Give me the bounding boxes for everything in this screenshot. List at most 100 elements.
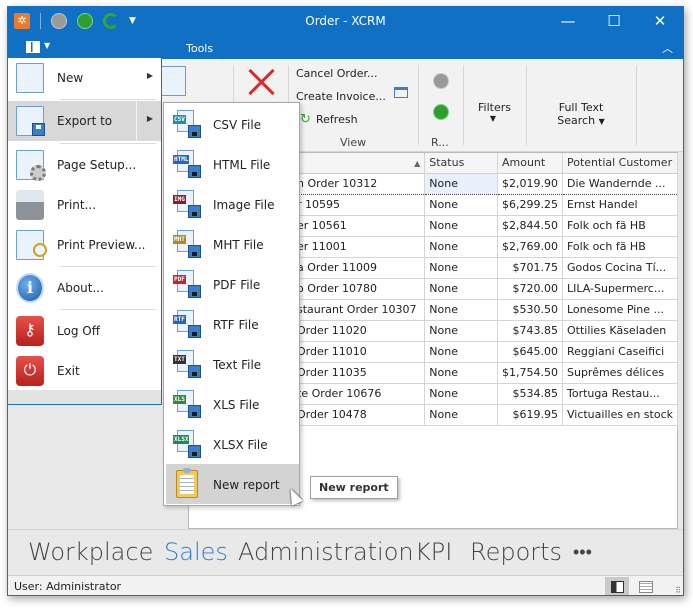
cell-amount: $2,019.90 [497, 172, 563, 195]
cell-customer: Ernst Handel [562, 194, 679, 216]
submenu-item-rtf-file[interactable]: RTF RTF File [164, 304, 299, 344]
column-header-status[interactable]: Status [424, 153, 498, 174]
collapse-ribbon-icon[interactable]: ︿ [662, 40, 673, 56]
cell-customer: Tortuga Restau... [562, 383, 679, 405]
cell-customer: Lonesome Pine ... [562, 299, 679, 321]
cell-amount: $530.50 [497, 299, 563, 321]
menu-item-about[interactable]: i About... [8, 268, 161, 308]
submenu-item-html-file[interactable]: HTML HTML File [164, 144, 299, 184]
cell-status: None [424, 236, 498, 258]
menu-separator [60, 266, 156, 267]
filters-label: Filters [478, 101, 511, 114]
delete-icon[interactable] [246, 67, 276, 97]
ribbon-separator [636, 65, 637, 145]
cell-customer: Suprêmes délices [562, 362, 679, 384]
cell-customer: Godos Cocina Tí... [562, 257, 679, 279]
current-user-label: User: Administrator [14, 580, 122, 593]
create-invoice-button[interactable]: Create Invoice... [296, 90, 386, 103]
power-icon: ⏻ [16, 356, 44, 386]
menu-item-label: Page Setup... [57, 158, 137, 172]
menu-item-print[interactable]: Print... [8, 185, 161, 225]
cell-status: None [424, 404, 498, 426]
cell-amount: $701.75 [497, 257, 563, 279]
ribbon-separator [418, 65, 419, 145]
submenu-item-mht-file[interactable]: MHT MHT File [164, 224, 299, 264]
app-menu-icon [26, 41, 40, 53]
cell-status: None [424, 278, 498, 300]
cell-status: None [424, 172, 498, 195]
cell-amount: $645.00 [497, 341, 563, 363]
cell-customer: Folk och fä HB [562, 236, 679, 258]
refresh-button[interactable]: Refresh [316, 113, 358, 126]
menu-footer [8, 390, 161, 404]
cancel-order-button[interactable]: Cancel Order... [296, 67, 378, 80]
nav-more-button[interactable]: ••• [573, 542, 592, 563]
cell-status: None [424, 299, 498, 321]
column-header-amount[interactable]: Amount [497, 153, 563, 174]
cell-status: None [424, 320, 498, 342]
minimize-button[interactable]: — [545, 11, 591, 31]
submenu-item-csv-file[interactable]: CSV CSV File [164, 104, 299, 144]
cell-status: None [424, 215, 498, 237]
nav-item-administration[interactable]: Administration [238, 538, 414, 566]
submenu-arrow-icon: ▶ [146, 71, 153, 80]
submenu-item-label: CSV File [213, 118, 262, 132]
info-icon: i [16, 273, 44, 303]
submenu-item-label: XLSX File [213, 438, 268, 452]
cell-amount: $619.95 [497, 404, 563, 426]
menu-item-log-off[interactable]: ⚷ Log Off [8, 311, 161, 351]
menu-item-new[interactable]: New ▶ [8, 58, 161, 98]
csv-file-icon: CSV [173, 110, 201, 138]
menu-item-page-setup[interactable]: Page Setup... [8, 145, 161, 185]
full-text-search-button[interactable]: Full Text Search ▼ [556, 101, 606, 127]
new-document-icon[interactable] [160, 66, 186, 96]
menu-item-exit[interactable]: ⏻ Exit [8, 351, 161, 391]
column-header-potential-customer[interactable]: Potential Customer [562, 153, 679, 174]
move-down-icon[interactable] [433, 104, 449, 120]
full-text-search-label: Full Text [558, 101, 604, 114]
submenu-arrow-icon[interactable]: ▶ [147, 114, 153, 123]
nav-item-kpi[interactable]: KPI [415, 538, 452, 566]
filters-button[interactable]: Filters ▼ [478, 101, 511, 123]
menu-item-label: Print... [57, 198, 97, 212]
refresh-icon: ↻ [300, 112, 311, 127]
cell-status: None [424, 383, 498, 405]
menu-item-label: Export to [57, 114, 113, 128]
normal-view-icon[interactable] [605, 577, 629, 595]
maximize-button[interactable]: ☐ [591, 11, 637, 31]
submenu-item-xls-file[interactable]: XLS XLS File [164, 384, 299, 424]
nav-item-sales[interactable]: Sales [164, 538, 228, 566]
app-menu-button[interactable]: ▼ [8, 37, 161, 59]
menu-item-label: Log Off [57, 324, 100, 338]
nav-item-reports[interactable]: Reports [470, 538, 562, 566]
submenu-item-image-file[interactable]: IMG Image File [164, 184, 299, 224]
menu-item-label: About... [57, 281, 104, 295]
xls-file-icon: XLS [173, 390, 201, 418]
tab-tools[interactable]: Tools [186, 42, 213, 55]
print-preview-icon [16, 230, 47, 260]
cell-customer: Ottilies Käseladen [562, 320, 679, 342]
cell-customer: Reggiani Caseifici [562, 341, 679, 363]
move-up-icon[interactable] [433, 73, 449, 89]
menu-item-print-preview[interactable]: Print Preview... [8, 225, 161, 265]
submenu-item-label: HTML File [213, 158, 271, 172]
nav-item-workplace[interactable]: Workplace [28, 538, 153, 566]
chevron-down-icon: ▼ [489, 114, 497, 123]
submenu-item-new-report[interactable]: New report [166, 464, 299, 504]
ribbon-tab-bar: ▼ Tools ︿ [8, 37, 683, 59]
submenu-item-pdf-file[interactable]: PDF PDF File [164, 264, 299, 304]
submenu-item-label: PDF File [213, 278, 261, 292]
menu-item-label: Print Preview... [57, 238, 146, 252]
reading-view-icon[interactable] [633, 577, 657, 595]
status-bar: User: Administrator ⠿ [8, 575, 683, 595]
printer-icon [16, 190, 44, 220]
clipboard-report-icon [176, 468, 198, 498]
menu-separator [60, 99, 156, 100]
resize-grip-icon[interactable]: ⠿ [675, 586, 681, 595]
menu-item-export-to[interactable]: Export to ▶ [8, 101, 161, 141]
close-button[interactable]: ✕ [637, 11, 683, 31]
submenu-item-xlsx-file[interactable]: XLSX XLSX File [164, 424, 299, 464]
window-icon[interactable] [394, 87, 408, 98]
submenu-item-text-file[interactable]: TXT Text File [164, 344, 299, 384]
sort-ascending-icon: ▲ [414, 159, 421, 169]
